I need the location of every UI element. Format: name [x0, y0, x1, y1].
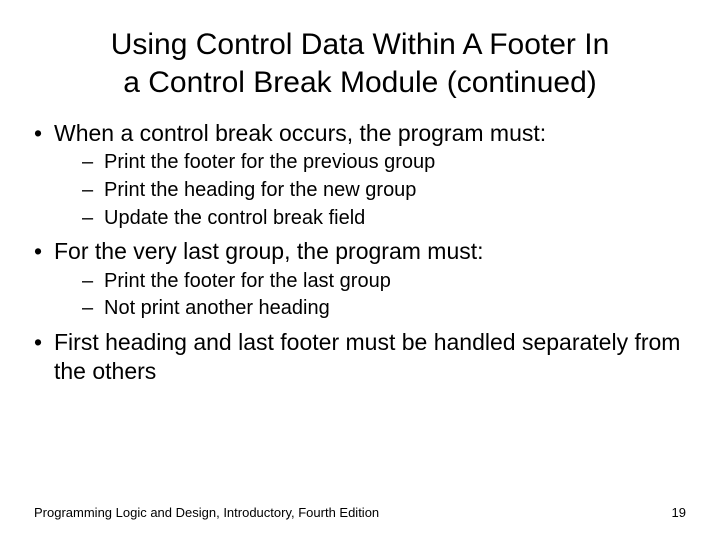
sub-item: Print the heading for the new group	[82, 178, 690, 204]
sub-item: Update the control break field	[82, 206, 690, 232]
bullet-text: First heading and last footer must be ha…	[54, 329, 680, 384]
slide-title: Using Control Data Within A Footer In a …	[0, 0, 720, 101]
sub-item: Print the footer for the last group	[82, 269, 690, 295]
sub-item: Not print another heading	[82, 296, 690, 322]
sub-text: Print the footer for the last group	[104, 270, 391, 292]
sub-text: Update the control break field	[104, 207, 365, 229]
bullet-text: For the very last group, the program mus…	[54, 238, 484, 264]
sub-list: Print the footer for the last group Not …	[54, 269, 690, 322]
bullet-item: When a control break occurs, the program…	[30, 119, 690, 231]
bullet-item: First heading and last footer must be ha…	[30, 328, 690, 387]
title-line-1: Using Control Data Within A Footer In	[111, 28, 610, 61]
sub-item: Print the footer for the previous group	[82, 150, 690, 176]
title-line-2: a Control Break Module (continued)	[123, 66, 597, 99]
bullet-list: When a control break occurs, the program…	[30, 119, 690, 387]
slide-content: When a control break occurs, the program…	[0, 101, 720, 387]
slide: Using Control Data Within A Footer In a …	[0, 0, 720, 540]
footer-page-number: 19	[672, 505, 686, 520]
sub-text: Not print another heading	[104, 297, 330, 319]
sub-text: Print the heading for the new group	[104, 179, 416, 201]
footer-book-title: Programming Logic and Design, Introducto…	[34, 505, 379, 520]
sub-text: Print the footer for the previous group	[104, 151, 435, 173]
bullet-item: For the very last group, the program mus…	[30, 237, 690, 322]
bullet-text: When a control break occurs, the program…	[54, 120, 546, 146]
sub-list: Print the footer for the previous group …	[54, 150, 690, 231]
